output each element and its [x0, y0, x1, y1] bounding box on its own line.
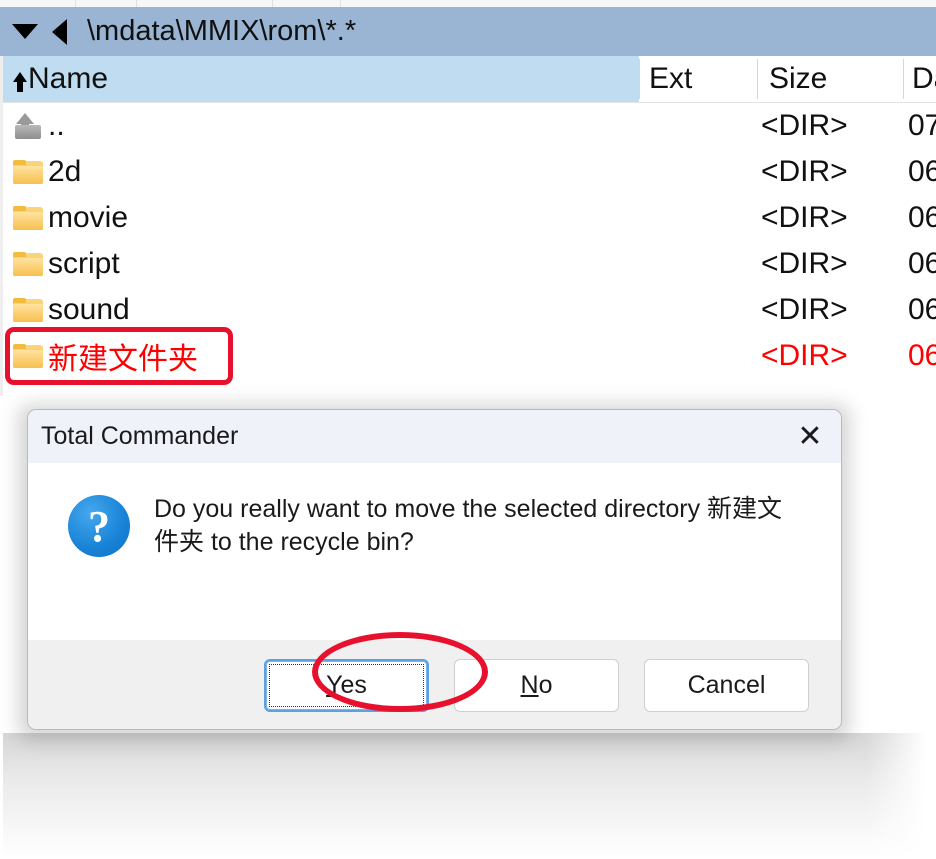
window-left-edge: [0, 733, 3, 859]
column-header-ext-label: Ext: [649, 62, 693, 95]
file-name-cell[interactable]: movie: [13, 195, 128, 241]
column-header-size-label: Size: [769, 62, 828, 95]
column-header-name[interactable]: Name: [3, 56, 639, 102]
tab-separator: [136, 0, 137, 7]
column-header-row: Name Ext Size Da: [3, 56, 936, 103]
confirm-dialog: Total Commander ✕ ? Do you really want t…: [27, 409, 842, 730]
dialog-button-bar: Yes No Cancel: [28, 640, 841, 729]
column-divider[interactable]: [757, 59, 758, 99]
sort-ascending-icon: [13, 72, 27, 92]
file-size-cell: <DIR>: [761, 201, 848, 234]
folder-icon: [13, 344, 43, 368]
folder-icon: [13, 252, 43, 276]
file-list-panel: Name Ext Size Da ..: [0, 56, 936, 396]
file-size-cell: <DIR>: [761, 247, 848, 280]
window-background-fade-edge: [866, 733, 936, 859]
dialog-title-bar[interactable]: Total Commander ✕: [28, 410, 841, 463]
current-path[interactable]: \mdata\MMIX\rom\*.*: [87, 15, 356, 48]
column-header-ext[interactable]: Ext: [649, 56, 757, 102]
file-size-cell: <DIR>: [761, 293, 848, 326]
file-name-cell[interactable]: 2d: [13, 149, 81, 195]
table-row[interactable]: sound <DIR> 06,: [3, 287, 936, 333]
total-commander-window: \mdata\MMIX\rom\*.* Name Ext Size Da: [0, 0, 936, 859]
tab-separator: [75, 0, 76, 7]
file-name-label: 2d: [48, 155, 82, 188]
back-arrow-icon[interactable]: [52, 18, 67, 45]
file-name-label: script: [48, 247, 120, 280]
path-bar[interactable]: \mdata\MMIX\rom\*.*: [0, 7, 936, 56]
file-date-cell: 07,: [908, 109, 936, 142]
file-rows: .. <DIR> 07, 2d <DIR> 06,: [3, 103, 936, 379]
column-divider[interactable]: [903, 59, 904, 99]
dialog-message: Do you really want to move the selected …: [154, 495, 783, 556]
file-date-cell: 06,: [908, 339, 936, 372]
column-divider[interactable]: [639, 59, 640, 99]
cancel-button[interactable]: Cancel: [644, 659, 809, 712]
column-header-date[interactable]: Da: [912, 56, 936, 102]
table-row[interactable]: .. <DIR> 07,: [3, 103, 936, 149]
file-name-cell[interactable]: sound: [13, 287, 130, 333]
up-directory-icon: [13, 113, 43, 139]
history-dropdown-icon[interactable]: [12, 24, 38, 39]
dialog-body: ? Do you really want to move the selecte…: [28, 463, 841, 640]
file-name-label: movie: [48, 201, 129, 234]
folder-icon: [13, 298, 43, 322]
file-size-cell: <DIR>: [761, 339, 848, 372]
cancel-button-label: Cancel: [687, 671, 766, 699]
table-row-selected[interactable]: 新建文件夹 <DIR> 06,: [3, 333, 936, 379]
file-date-cell: 06,: [908, 155, 936, 188]
no-button-label: No: [520, 671, 553, 699]
file-name-label: 新建文件夹: [48, 343, 198, 376]
file-date-cell: 06,: [908, 293, 936, 326]
file-name-cell[interactable]: 新建文件夹: [13, 333, 198, 379]
folder-icon: [13, 160, 43, 184]
table-row[interactable]: script <DIR> 06,: [3, 241, 936, 287]
file-name-cell[interactable]: script: [13, 241, 120, 287]
file-size-cell: <DIR>: [761, 155, 848, 188]
file-size-cell: <DIR>: [761, 109, 848, 142]
file-name-cell[interactable]: ..: [13, 103, 65, 149]
tab-separator: [272, 0, 273, 7]
close-icon[interactable]: ✕: [779, 410, 841, 462]
file-name-label: ..: [48, 109, 65, 142]
folder-icon: [13, 206, 43, 230]
file-name-label: sound: [48, 293, 130, 326]
window-background-fade: [0, 733, 936, 859]
table-row[interactable]: movie <DIR> 06,: [3, 195, 936, 241]
table-row[interactable]: 2d <DIR> 06,: [3, 149, 936, 195]
question-mark-icon: ?: [68, 495, 130, 557]
file-date-cell: 06,: [908, 247, 936, 280]
tab-separator: [340, 0, 341, 7]
file-date-cell: 06,: [908, 201, 936, 234]
column-header-name-label: Name: [28, 62, 109, 95]
yes-button-label: Yes: [326, 671, 367, 699]
column-header-date-label: Da: [912, 62, 936, 95]
column-header-size[interactable]: Size: [769, 56, 903, 102]
yes-button[interactable]: Yes: [264, 659, 429, 712]
no-button[interactable]: No: [454, 659, 619, 712]
dialog-title: Total Commander: [41, 421, 239, 450]
